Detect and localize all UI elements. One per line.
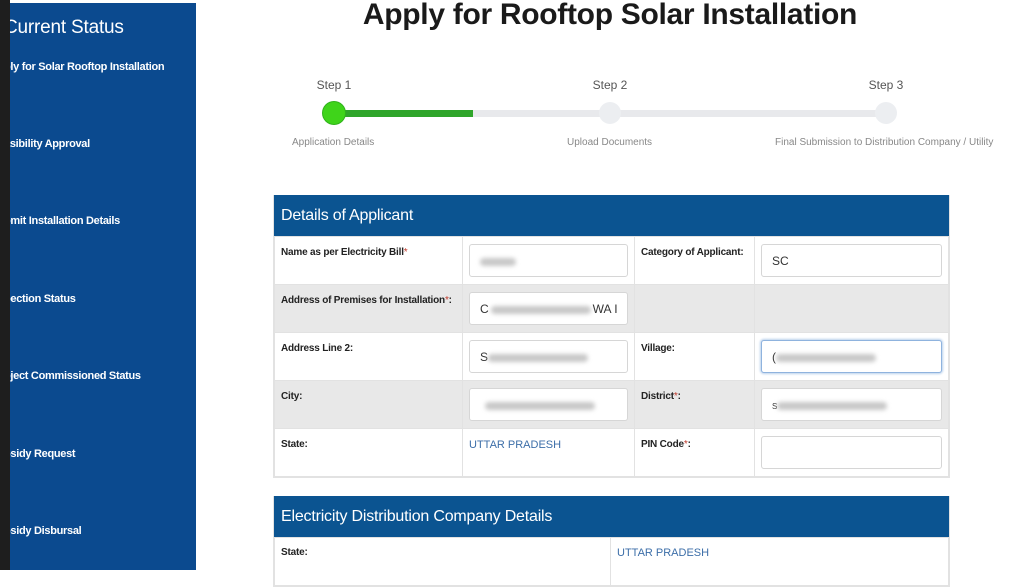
name-label: Name as per Electricity Bill* [281, 247, 408, 258]
discom-details-panel: Electricity Distribution Company Details… [273, 496, 950, 587]
district-input[interactable]: S [761, 388, 942, 421]
pin-code-label: PIN Code*: [641, 439, 691, 450]
discom-state-value: UTTAR PRADESH [617, 547, 710, 559]
pin-code-input[interactable] [761, 436, 942, 469]
table-row: State: UTTAR PRADESH PIN Code*: [274, 428, 949, 477]
sidebar-item-submit-installation[interactable]: omit Installation Details [10, 215, 120, 227]
table-row: Address of Premises for Installation*: C… [274, 284, 949, 333]
address-line-2-label: Address Line 2: [281, 343, 354, 354]
sidebar-item-apply[interactable]: ply for Solar Rooftop Installation [10, 61, 165, 73]
category-input[interactable]: SC [761, 244, 942, 277]
name-input[interactable] [469, 244, 628, 277]
village-input[interactable]: ( [761, 340, 942, 373]
discom-state-label: State: [281, 547, 308, 558]
step-3-dot[interactable] [875, 102, 897, 124]
sidebar-item-subsidy-disbursal[interactable]: osidy Disbursal [10, 525, 82, 537]
table-row: Name as per Electricity Bill* Category o… [274, 236, 949, 285]
discom-details-header: Electricity Distribution Company Details [274, 496, 949, 537]
window-edge [0, 0, 10, 570]
applicant-details-table: Name as per Electricity Bill* Category o… [274, 236, 949, 477]
progress-fill [334, 110, 473, 117]
table-row: City: District*: S [274, 380, 949, 429]
applicant-details-header: Details of Applicant [274, 195, 949, 236]
step-1-label: Step 1 [316, 78, 352, 92]
sidebar-title: Current Status [10, 17, 124, 38]
step-1-description: Application Details [292, 137, 375, 148]
table-row: Address Line 2: S Village: ( [274, 332, 949, 381]
step-3-label: Step 3 [868, 78, 904, 92]
category-label: Category of Applicant: [641, 247, 744, 258]
state-value: UTTAR PRADESH [469, 439, 562, 451]
sidebar-item-inspection-status[interactable]: pection Status [10, 293, 76, 305]
discom-details-table: State: UTTAR PRADESH [274, 537, 949, 586]
sidebar: Current Status ply for Solar Rooftop Ins… [10, 3, 196, 570]
address-line-2-input[interactable]: S [469, 340, 628, 373]
state-label: State: [281, 439, 308, 450]
step-2-label: Step 2 [592, 78, 628, 92]
address-label: Address of Premises for Installation*: [281, 295, 452, 306]
village-label: Village: [641, 343, 675, 354]
sidebar-item-feasibility-approval[interactable]: asibility Approval [10, 138, 90, 150]
address-input[interactable]: C WA I [469, 292, 628, 325]
step-2-dot[interactable] [599, 102, 621, 124]
sidebar-item-subsidy-request[interactable]: osidy Request [10, 448, 76, 460]
sidebar-item-project-commissioned[interactable]: oject Commissioned Status [10, 370, 141, 382]
step-3-description: Final Submission to Distribution Company… [775, 137, 994, 148]
page-title: Apply for Rooftop Solar Installation [362, 0, 858, 31]
city-label: City: [281, 391, 303, 402]
table-row: State: UTTAR PRADESH [274, 537, 949, 586]
city-input[interactable] [469, 388, 628, 421]
step-2-description: Upload Documents [567, 137, 653, 148]
step-1-dot[interactable] [323, 102, 345, 124]
applicant-details-panel: Details of Applicant Name as per Electri… [273, 195, 950, 478]
district-label: District*: [641, 391, 681, 402]
